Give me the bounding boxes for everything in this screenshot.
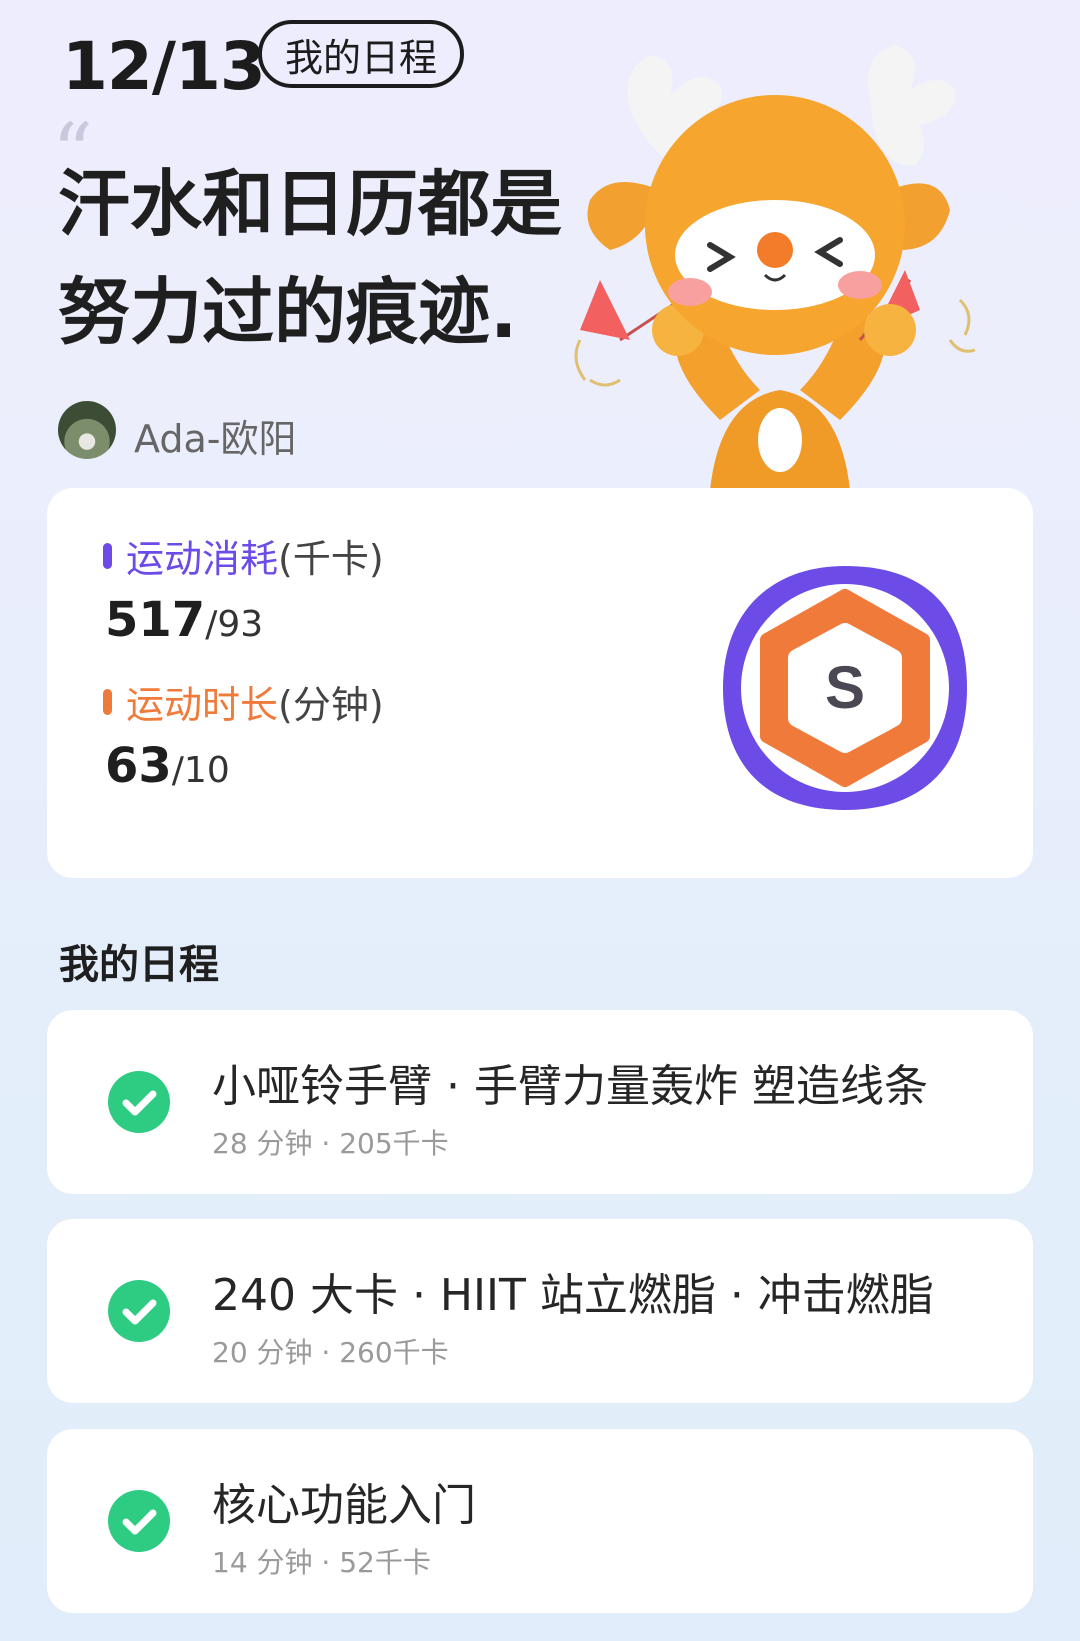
schedule-item-meta: 28 分钟 · 205千卡 [212,1127,449,1160]
slogan-line-1: 汗水和日历都是 [58,162,563,246]
calories-target: /93 [205,604,264,645]
duration-label: 运动时长 (分钟) [103,674,384,729]
duration-target: /10 [171,750,230,791]
slogan: 汗水和日历都是 努力过的痕迹. [58,150,562,366]
calories-indicator-bar [103,542,112,569]
duration-indicator-bar [103,688,112,715]
username: Ada-欧阳 [134,417,297,461]
schedule-item-title: 核心功能入门 [212,1480,476,1531]
schedule-item-meta: 20 分钟 · 260千卡 [212,1336,449,1369]
calories-label: 运动消耗 (千卡) [103,528,384,583]
check-circle-icon [108,1490,170,1552]
activity-ring-badge[interactable]: S [713,556,977,820]
check-circle-icon [108,1071,170,1133]
duration-current: 63 [105,738,172,794]
calories-current: 517 [105,592,206,648]
avatar[interactable] [58,401,116,459]
slogan-line-2: 努力过的痕迹. [58,270,518,354]
check-circle-icon [108,1280,170,1342]
stats-card[interactable]: 运动消耗 (千卡) 517/93 运动时长 (分钟) 63/10 S [47,488,1033,878]
calories-value: 517/93 [105,592,263,648]
my-schedule-tag[interactable]: 我的日程 [258,20,464,88]
schedule-item-meta: 14 分钟 · 52千卡 [212,1546,431,1579]
schedule-item-title: 240 大卡 · HIIT 站立燃脂 · 冲击燃脂 [212,1270,934,1321]
duration-label-text: 运动时长 [126,683,279,727]
schedule-item[interactable]: 小哑铃手臂 · 手臂力量轰炸 塑造线条 28 分钟 · 205千卡 [47,1010,1033,1194]
deer-mascot-illustration [574,45,976,490]
duration-value: 63/10 [105,738,230,794]
calories-unit: (千卡) [278,537,384,581]
schedule-item[interactable]: 核心功能入门 14 分钟 · 52千卡 [47,1429,1033,1613]
schedule-item-title: 小哑铃手臂 · 手臂力量轰炸 塑造线条 [212,1061,928,1112]
schedule-item[interactable]: 240 大卡 · HIIT 站立燃脂 · 冲击燃脂 20 分钟 · 260千卡 [47,1219,1033,1403]
schedule-section-title: 我的日程 [59,942,219,988]
badge-letter: S [825,654,865,721]
calories-label-text: 运动消耗 [126,537,279,581]
date-label: 12/13 [62,28,266,105]
duration-unit: (分钟) [278,683,384,727]
